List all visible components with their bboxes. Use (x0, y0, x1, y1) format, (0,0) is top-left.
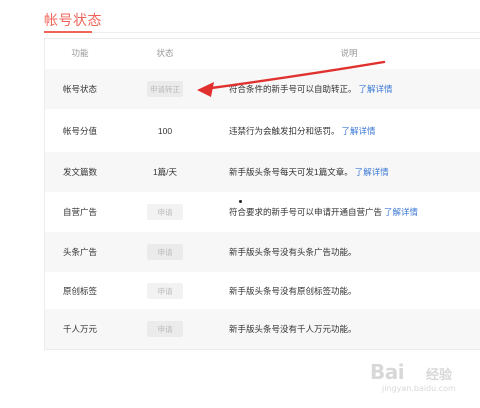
row-feature: 自营广告 (62, 207, 97, 217)
watermark-brand-suffix: 经验 (426, 368, 453, 383)
row-description: 新手版头条号没有千人万元功能。 (229, 324, 357, 334)
table-row: 发文篇数 1篇/天 新手版头条号每天可发1篇文章。 了解详情 (45, 152, 480, 192)
row-feature: 帐号分值 (62, 126, 97, 136)
header-status: 状态 (156, 48, 174, 58)
table-row: 帐号状态 申请转正 符合条件的新手号可以自助转正。 了解详情 (45, 69, 480, 109)
row-description: 违禁行为会触发扣分和惩罚。 了解详情 (229, 125, 376, 137)
row-feature: 头条广告 (62, 247, 97, 257)
row-feature: 发文篇数 (62, 167, 97, 177)
apply-button[interactable]: 申请 (147, 283, 183, 299)
row-status-value: 100 (157, 126, 173, 136)
header-description: 说明 (340, 48, 358, 58)
table-row: 头条广告 申请 新手版头条号没有头条广告功能。 (45, 232, 480, 272)
watermark-brand: Bai (370, 360, 405, 384)
row-description: 新手版头条号没有头条广告功能。 (229, 247, 357, 257)
apply-button[interactable]: 申请 (147, 321, 183, 337)
row-description: 新手版头条号没有原创标签功能。 (229, 286, 357, 296)
apply-button[interactable]: 申请 (147, 244, 183, 260)
row-feature: 原创标签 (62, 286, 97, 296)
table-row: 帐号分值 100 违禁行为会触发扣分和惩罚。 了解详情 (45, 111, 480, 151)
row-description: 符合要求的新手号可以申请开通自营广告 了解详情 (229, 206, 419, 218)
watermark-url: jingyan.baidu.com (382, 384, 456, 393)
row-feature: 帐号状态 (62, 84, 97, 94)
apply-regularize-button[interactable]: 申请转正 (147, 81, 183, 97)
row-description: 符合条件的新手号可以自助转正。 了解详情 (229, 83, 393, 95)
page-title: 帐号状态 (44, 12, 102, 28)
learn-more-link[interactable]: 了解详情 (384, 206, 418, 218)
account-status-table: 功能 状态 说明 帐号状态 申请转正 符合条件的新手号可以自助转正。 了解详情 帐… (44, 38, 480, 350)
row-feature: 千人万元 (62, 324, 97, 334)
table-row: 原创标签 申请 新手版头条号没有原创标签功能。 (45, 271, 480, 311)
table-row: 自营广告 申请 符合要求的新手号可以申请开通自营广告 了解详情 (45, 192, 480, 232)
learn-more-link[interactable]: 了解详情 (355, 166, 389, 178)
row-status-value: 1篇/天 (152, 167, 178, 177)
learn-more-link[interactable]: 了解详情 (342, 125, 376, 137)
apply-button[interactable]: 申请 (147, 204, 183, 220)
table-header: 功能 状态 说明 (45, 39, 480, 67)
table-row: 千人万元 申请 新手版头条号没有千人万元功能。 (45, 309, 480, 349)
title-underline (44, 31, 92, 33)
baidu-jingyan-watermark: Bai 经验 jingyan.baidu.com (370, 360, 470, 400)
learn-more-link[interactable]: 了解详情 (359, 83, 393, 95)
title-divider (44, 32, 480, 33)
cursor-dot (239, 200, 242, 203)
header-feature: 功能 (71, 48, 89, 58)
row-description: 新手版头条号每天可发1篇文章。 了解详情 (229, 166, 389, 178)
